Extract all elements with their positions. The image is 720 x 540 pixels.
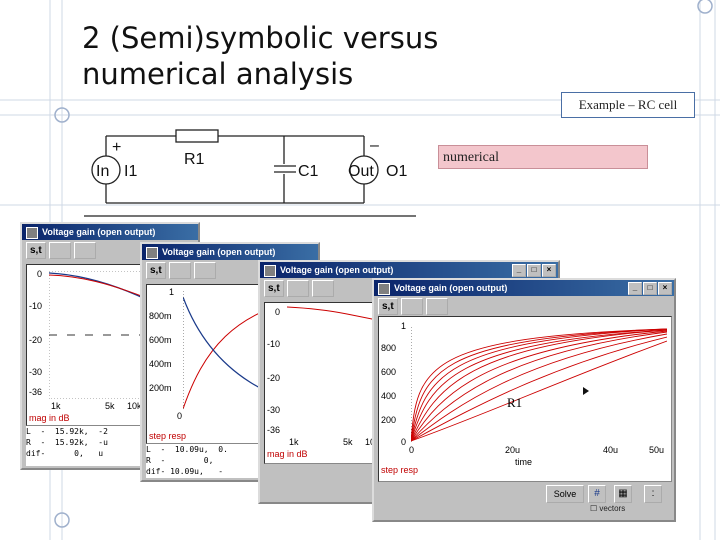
phase-plot-icon[interactable]: [193, 261, 216, 279]
axis-caption: mag in dB: [29, 413, 70, 423]
grid-toggle-icon[interactable]: #: [588, 485, 606, 503]
parameter-label: R1: [507, 395, 523, 410]
i1-label: I1: [124, 163, 137, 180]
axis-caption: step resp: [149, 431, 187, 441]
y-tick: -36: [267, 425, 281, 435]
y-tick: 200m: [149, 383, 172, 393]
phase-plot-icon[interactable]: [73, 241, 96, 259]
out-node-label: Out: [348, 163, 374, 180]
y-tick: 400m: [149, 359, 172, 369]
close-button[interactable]: ×: [658, 282, 672, 295]
red-curve-family: [411, 328, 667, 442]
magnitude-curves: [287, 306, 377, 321]
y-tick: 0: [401, 437, 407, 447]
plus-sign: +: [112, 139, 121, 156]
x-tick: 5k: [105, 401, 115, 411]
window-titlebar[interactable]: Voltage gain (open output): [22, 224, 198, 240]
title-line-2: numerical analysis: [82, 57, 354, 91]
x-tick: 5k: [343, 437, 353, 447]
y-tick: 800m: [149, 311, 172, 321]
minimize-button[interactable]: _: [628, 282, 642, 295]
y-tick: -30: [29, 367, 43, 377]
in-node-label: In: [96, 163, 109, 180]
window-titlebar[interactable]: Voltage gain (open output) _ □ ×: [260, 262, 558, 278]
y-tick: 600m: [149, 335, 172, 345]
cursor-marker-icon: [583, 387, 589, 395]
slide-title: 2 (Semi)symbolic versus numerical analysi…: [82, 20, 438, 92]
numerical-label-box: numerical: [438, 145, 648, 169]
o1-label: O1: [386, 163, 407, 180]
y-tick: -10: [267, 339, 281, 349]
phase-plot-icon[interactable]: [311, 279, 334, 297]
minimize-button[interactable]: _: [512, 264, 526, 277]
x-tick: 0: [409, 445, 415, 455]
window-title: Voltage gain (open output): [42, 227, 156, 237]
y-tick: -20: [267, 373, 281, 383]
y-tick: 800: [381, 343, 397, 353]
magnitude-plot-icon[interactable]: [168, 261, 191, 279]
window-controls: _ □ ×: [628, 282, 672, 295]
x-tick: 50u: [649, 445, 665, 455]
x-tick: 1k: [289, 437, 299, 447]
y-tick: 0: [37, 269, 43, 279]
app-icon: [378, 283, 390, 295]
y-tick: 1: [401, 321, 407, 331]
window-controls: _ □ ×: [512, 264, 556, 277]
axis-caption: mag in dB: [267, 449, 308, 459]
magnitude-plot-icon[interactable]: [286, 279, 309, 297]
close-button[interactable]: ×: [542, 264, 556, 277]
st-toggle-button[interactable]: s,t: [146, 261, 166, 279]
rc-circuit-schematic: + – In I1 R1 C1 Out O1: [84, 129, 416, 217]
red-curve: [287, 306, 377, 321]
axis-caption: step resp: [381, 465, 419, 475]
table-view-icon[interactable]: ▦: [614, 485, 632, 503]
y-tick: 600: [381, 367, 397, 377]
example-label-box: Example – RC cell: [561, 92, 695, 118]
x-tick: 20u: [505, 445, 521, 455]
y-tick: 0: [275, 307, 281, 317]
window-titlebar[interactable]: Voltage gain (open output) _ □ ×: [374, 280, 674, 296]
y-tick: 1: [169, 287, 175, 297]
parametric-step-curves: [411, 327, 667, 443]
vectors-option[interactable]: ☐ vectors: [590, 504, 625, 513]
app-icon: [146, 247, 158, 259]
window-toolbar: s,t: [374, 296, 674, 316]
title-line-1: 2 (Semi)symbolic versus: [82, 21, 439, 55]
x-axis-label: time: [515, 457, 533, 467]
app-icon: [264, 265, 276, 277]
vectors-label: vectors: [599, 504, 626, 513]
x-tick: 1k: [51, 401, 61, 411]
maximize-button[interactable]: □: [643, 282, 657, 295]
window-title: Voltage gain (open output): [394, 283, 508, 293]
y-tick: -10: [29, 301, 43, 311]
plot-area[interactable]: 1 800 600 400 200 0 R1 0 20u 40u 50u tim…: [378, 316, 672, 482]
c1-label: C1: [298, 163, 319, 180]
phase-plot-icon[interactable]: [425, 297, 448, 315]
y-tick: -30: [267, 405, 281, 415]
maximize-button[interactable]: □: [527, 264, 541, 277]
st-toggle-button[interactable]: s,t: [378, 297, 398, 315]
y-tick: -36: [29, 387, 43, 397]
y-tick: 400: [381, 391, 397, 401]
st-toggle-button[interactable]: s,t: [264, 279, 284, 297]
magnitude-plot-icon[interactable]: [400, 297, 423, 315]
x-tick: 40u: [603, 445, 619, 455]
minus-sign: –: [370, 137, 379, 154]
window-titlebar[interactable]: Voltage gain (open output): [142, 244, 318, 260]
window-title: Voltage gain (open output): [280, 265, 394, 275]
y-tick: 0: [177, 411, 183, 421]
st-toggle-button[interactable]: s,t: [26, 241, 46, 259]
solve-button[interactable]: Solve: [546, 485, 584, 503]
window-title: Voltage gain (open output): [162, 247, 276, 257]
r1-label: R1: [184, 151, 205, 168]
y-tick: 200: [381, 415, 397, 425]
app-icon: [26, 227, 38, 239]
more-options-icon[interactable]: :: [644, 485, 662, 503]
magnitude-plot-icon[interactable]: [48, 241, 71, 259]
y-tick: -20: [29, 335, 43, 345]
